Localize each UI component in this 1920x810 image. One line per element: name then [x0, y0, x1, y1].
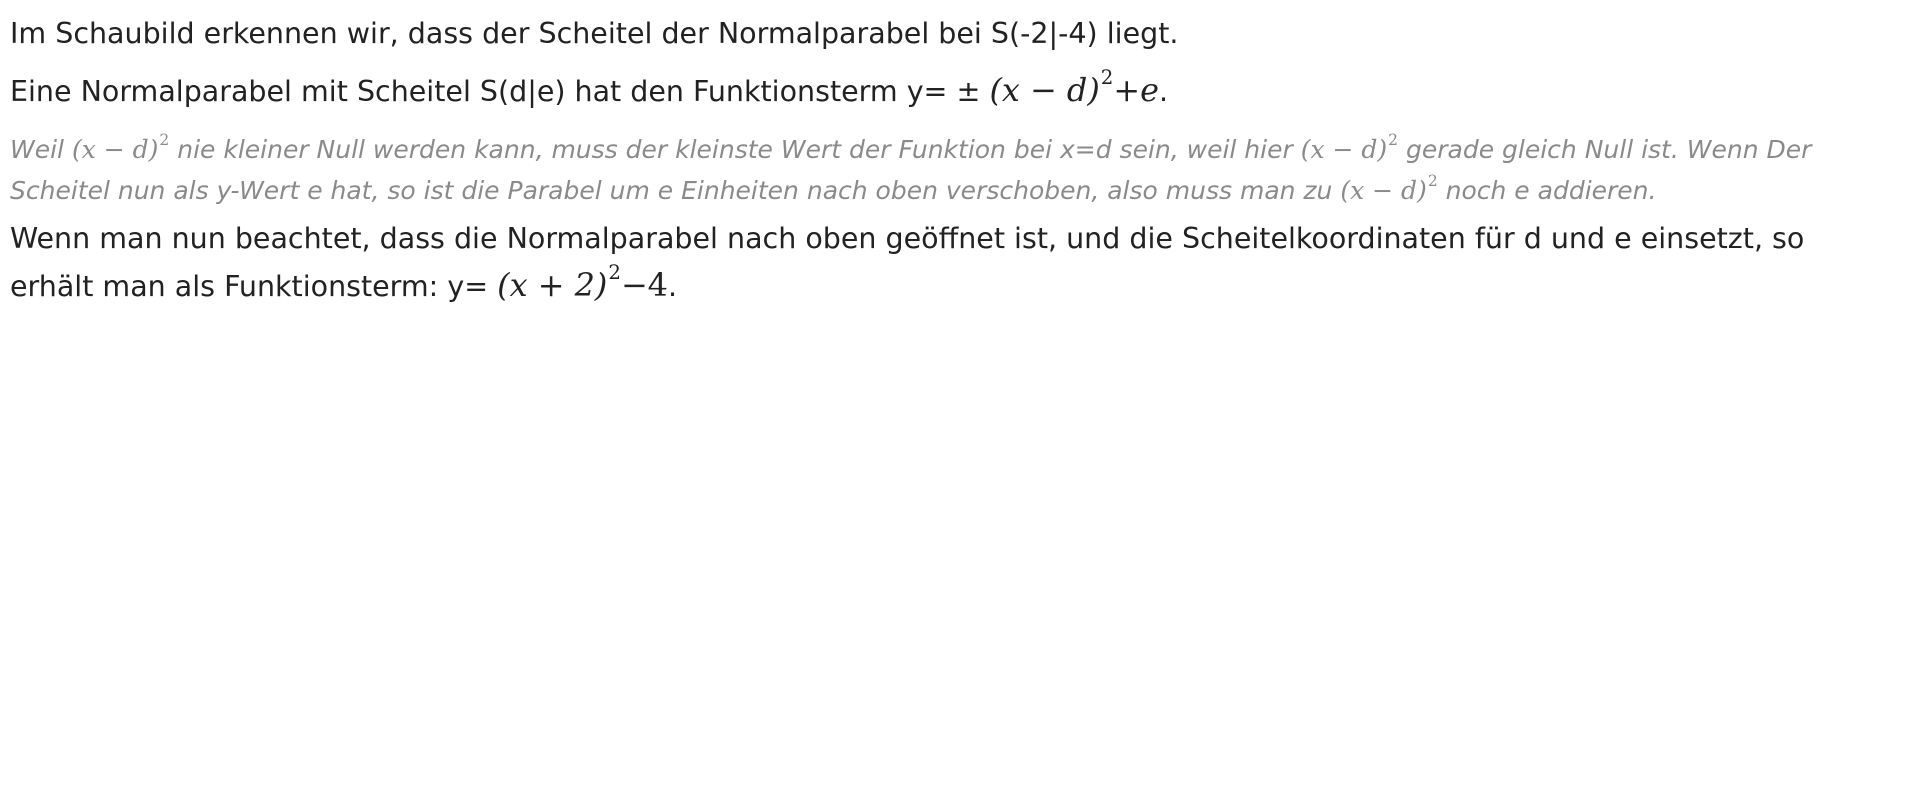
note-text-4: noch e addieren. — [1437, 176, 1657, 205]
paragraph-vertex: Im Schaubild erkennen wir, dass der Sche… — [10, 17, 1179, 50]
formula-exponent: 2 — [1100, 66, 1114, 90]
note-formula-3-base: (x − d) — [1340, 176, 1427, 205]
solution-text: Im Schaubild erkennen wir, dass der Sche… — [0, 0, 1905, 310]
general-form-text: Eine Normalparabel mit Scheitel S(d|e) h… — [10, 75, 990, 108]
note-formula-3-exponent: 2 — [1427, 171, 1438, 190]
note-formula-1-base: (x − d) — [71, 135, 159, 164]
paragraph-result: Wenn man nun beachtet, dass die Normalpa… — [10, 215, 1895, 310]
note-formula-2: (x − d)2 — [1300, 132, 1398, 164]
note-formula-3: (x − d)2 — [1340, 173, 1437, 205]
explanation-note: Weil (x − d)2 nie kleiner Null werden ka… — [10, 129, 1895, 211]
result-formula-tail: −4 — [620, 266, 668, 304]
formula-base: (x − d) — [989, 71, 1100, 109]
note-text-2: nie kleiner Null werden kann, muss der k… — [169, 135, 1301, 164]
general-form-formula: (x − d)2+e — [989, 68, 1159, 109]
result-formula-base: (x + 2) — [497, 266, 608, 304]
note-formula-1: (x − d)2 — [71, 132, 169, 164]
result-text: Wenn man nun beachtet, dass die Normalpa… — [10, 222, 1805, 303]
result-sentence-end: . — [668, 270, 678, 303]
sentence-end: . — [1159, 75, 1169, 108]
note-formula-1-exponent: 2 — [159, 130, 170, 149]
note-formula-2-exponent: 2 — [1388, 130, 1399, 149]
result-formula-exponent: 2 — [608, 261, 621, 285]
formula-tail: +e — [1113, 71, 1159, 109]
note-text-1: Weil — [10, 135, 72, 164]
paragraph-general-form: Eine Normalparabel mit Scheitel S(d|e) h… — [10, 67, 1895, 115]
result-formula: (x + 2)2−4 — [497, 263, 668, 304]
note-formula-2-base: (x − d) — [1300, 135, 1388, 164]
